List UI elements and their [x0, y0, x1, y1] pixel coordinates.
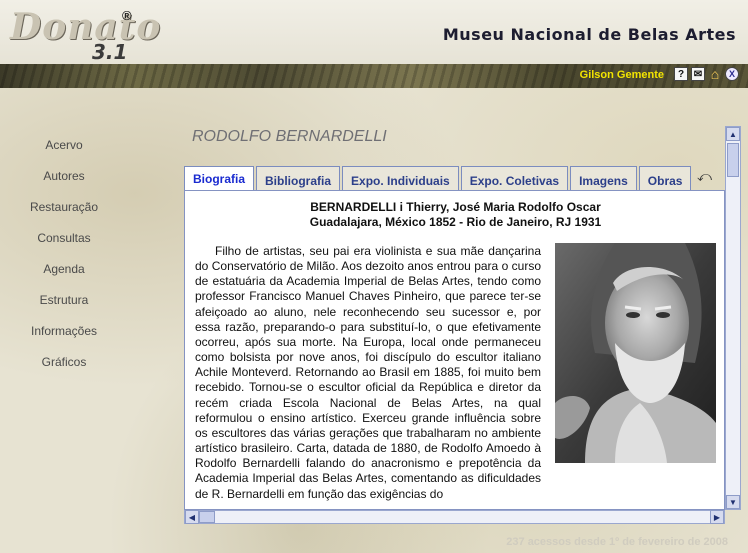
nav-item-consultas[interactable]: Consultas — [0, 231, 128, 262]
tab-bibliografia[interactable]: Bibliografia — [256, 166, 341, 191]
main-nav: Acervo Autores Restauração Consultas Age… — [0, 138, 128, 386]
nav-item-agenda[interactable]: Agenda — [0, 262, 128, 293]
tab-expo-coletivas[interactable]: Expo. Coletivas — [460, 166, 569, 191]
scroll-left-button[interactable]: ◀ — [185, 510, 199, 524]
header-banner: Donato 3.1 ® Museu Nacional de Belas Art… — [0, 0, 748, 64]
home-icon[interactable]: ⌂ — [708, 66, 722, 82]
artist-portrait — [555, 243, 716, 463]
nav-item-estrutura[interactable]: Estrutura — [0, 293, 128, 324]
artist-title: RODOLFO BERNARDELLI — [192, 128, 387, 145]
museum-title: Museu Nacional de Belas Artes — [442, 25, 736, 44]
help-icon[interactable]: ? — [674, 67, 688, 81]
nav-item-informacoes[interactable]: Informações — [0, 324, 128, 355]
header-icons: ? ✉ ⌂ X — [674, 66, 739, 82]
bio-full-name: BERNARDELLI i Thierry, José Maria Rodolf… — [310, 200, 601, 214]
back-arrow-icon[interactable]: ⤺ — [697, 168, 712, 185]
horizontal-scrollbar[interactable]: ◀ ▶ — [184, 510, 725, 524]
tab-bar: Biografia Bibliografia Expo. Individuais… — [184, 166, 693, 191]
tab-imagens[interactable]: Imagens — [570, 166, 637, 191]
bio-birth-death: Guadalajara, México 1852 - Rio de Janeir… — [309, 215, 602, 229]
vertical-scroll-thumb[interactable] — [727, 143, 739, 177]
registered-mark: ® — [122, 8, 132, 23]
mail-icon[interactable]: ✉ — [691, 67, 705, 81]
bio-text: Filho de artistas, seu pai era violinist… — [195, 244, 541, 501]
nav-item-graficos[interactable]: Gráficos — [0, 355, 128, 386]
logo-version: 3.1 — [92, 40, 128, 64]
logo-text: Donato — [10, 6, 162, 48]
scroll-up-button[interactable]: ▲ — [726, 127, 740, 141]
exit-icon[interactable]: X — [725, 67, 739, 81]
horizontal-scroll-thumb[interactable] — [199, 511, 215, 523]
access-counter: 237 acessos desde 1º de fevereiro de 200… — [506, 536, 728, 548]
nav-item-acervo[interactable]: Acervo — [0, 138, 128, 169]
tab-expo-individuais[interactable]: Expo. Individuais — [342, 166, 459, 191]
tab-biografia[interactable]: Biografia — [184, 166, 255, 191]
nav-item-autores[interactable]: Autores — [0, 169, 128, 200]
biography-panel: BERNARDELLI i Thierry, José Maria Rodolf… — [184, 190, 725, 510]
donato-logo: Donato 3.1 ® — [10, 4, 160, 64]
scroll-down-button[interactable]: ▼ — [726, 495, 740, 509]
scroll-right-button[interactable]: ▶ — [710, 510, 724, 524]
nav-item-restauracao[interactable]: Restauração — [0, 200, 128, 231]
tab-obras[interactable]: Obras — [638, 166, 692, 191]
bio-heading: BERNARDELLI i Thierry, José Maria Rodolf… — [185, 200, 724, 230]
user-name-link[interactable]: Gilson Gemente — [580, 69, 664, 81]
vertical-scrollbar[interactable]: ▲ ▼ — [725, 126, 741, 510]
